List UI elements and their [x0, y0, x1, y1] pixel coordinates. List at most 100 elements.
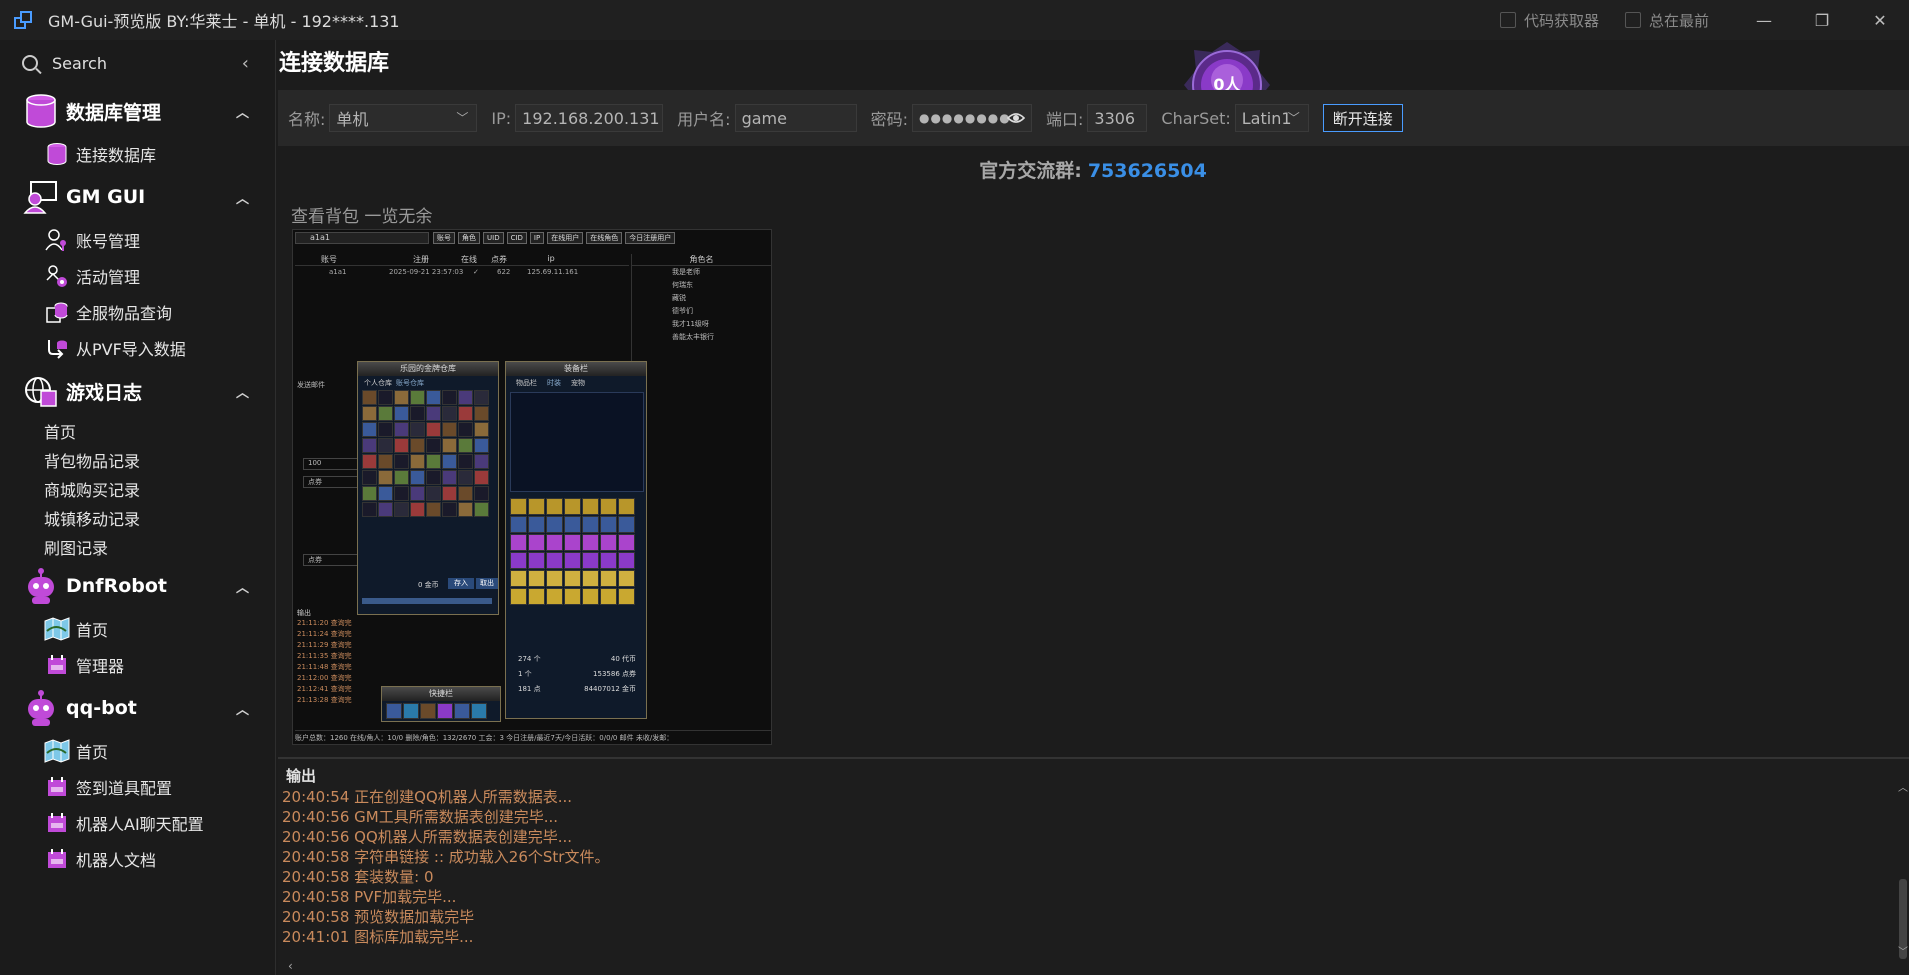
always-on-top-checkbox[interactable]: 总在最前	[1624, 10, 1709, 31]
log-line: 20:40:56 QQ机器人所需数据表创建完毕...	[282, 828, 573, 846]
sidebar-item-server-items[interactable]: 全服物品查询	[0, 294, 275, 330]
calendar-icon	[44, 774, 70, 800]
sidebar-item-robot-docs[interactable]: 机器人文档	[0, 841, 275, 877]
disconnect-button[interactable]: 断开连接	[1322, 104, 1403, 132]
item-slot	[564, 516, 581, 533]
import-icon	[44, 335, 70, 361]
calendar-icon	[44, 846, 70, 872]
item-slot	[546, 552, 563, 569]
item-slot	[442, 422, 457, 437]
item-slot	[582, 516, 599, 533]
preview-log-line: 21:11:20 查询完	[297, 619, 352, 627]
item-slot	[458, 502, 473, 517]
main-content: 连接数据库 0人 名称: 单机 ﹀ IP: 192.168.200.131 用户名…	[277, 40, 1909, 975]
sidebar-item-bag-log[interactable]: 背包物品记录	[0, 445, 275, 474]
item-slot	[564, 588, 581, 605]
eye-icon[interactable]	[1006, 111, 1026, 128]
sidebar-item-connect-db[interactable]: 连接数据库	[0, 136, 275, 172]
item-slot	[618, 498, 635, 515]
sidebar-search[interactable]: Search ‹	[0, 40, 275, 86]
sidebar-item-qqbot-home[interactable]: 首页	[0, 733, 275, 769]
port-input[interactable]: 3306	[1087, 104, 1148, 132]
item-slot	[474, 406, 489, 421]
minimize-button[interactable]: —	[1735, 0, 1793, 40]
item-slot	[362, 406, 377, 421]
sidebar-item-signin-config[interactable]: 签到道具配置	[0, 769, 275, 805]
qq-group-number[interactable]: 753626504	[1088, 160, 1207, 182]
profile-name-select[interactable]: 单机 ﹀	[329, 104, 478, 132]
page-title: 连接数据库	[279, 51, 390, 76]
item-slot	[386, 703, 402, 719]
sidebar-group-dnfrobot[interactable]: DnfRobot ︿	[0, 561, 275, 611]
item-slot	[582, 534, 599, 551]
item-slot	[458, 390, 473, 405]
sidebar-item-account-mgmt[interactable]: 账号管理	[0, 222, 275, 258]
item-slot	[618, 552, 635, 569]
close-button[interactable]: ✕	[1851, 0, 1909, 40]
item-slot	[458, 470, 473, 485]
item-slot	[426, 438, 441, 453]
collapse-sidebar-icon[interactable]: ‹	[242, 53, 249, 74]
preview-button: IP	[529, 232, 545, 244]
scroll-left-icon[interactable]: ‹	[288, 959, 293, 973]
item-slot	[426, 390, 441, 405]
maximize-button[interactable]: ❐	[1793, 0, 1851, 40]
item-slot	[394, 422, 409, 437]
item-slot	[474, 486, 489, 501]
item-slot	[410, 502, 425, 517]
window-title: GM-Gui-预览版 BY:华莱士 - 单机 - 192****.131	[48, 12, 400, 31]
username-input[interactable]: game	[734, 104, 857, 132]
sidebar-item-import-pvf[interactable]: 从PVF导入数据	[0, 330, 275, 366]
item-slot	[426, 406, 441, 421]
item-slot	[378, 422, 393, 437]
item-slot	[394, 406, 409, 421]
password-input[interactable]: ●●●●●●●●	[911, 104, 1032, 132]
sidebar-group-database[interactable]: 数据库管理 ︿	[0, 86, 275, 136]
search-icon	[22, 55, 38, 71]
item-slot	[546, 534, 563, 551]
sidebar-group-game-log[interactable]: 游戏日志 ︿	[0, 366, 275, 416]
output-scrollbar[interactable]: ︿ ﹀	[1897, 779, 1909, 959]
sidebar-item-log-home[interactable]: 首页	[0, 416, 275, 445]
item-slot	[378, 502, 393, 517]
ip-input[interactable]: 192.168.200.131	[515, 104, 664, 132]
output-panel: 输出 20:40:54 正在创建QQ机器人所需数据表... 20:40:56 G…	[278, 757, 1909, 975]
item-slot	[442, 486, 457, 501]
log-line: 20:40:54 正在创建QQ机器人所需数据表...	[282, 788, 573, 806]
item-slot	[600, 552, 617, 569]
item-slot	[442, 406, 457, 421]
item-slot	[528, 552, 545, 569]
sidebar-group-gm-gui[interactable]: GM GUI ︿	[0, 172, 275, 222]
sidebar-item-ai-chat-config[interactable]: 机器人AI聊天配置	[0, 805, 275, 841]
chevron-down-icon: ﹀	[456, 111, 469, 125]
item-slot	[471, 703, 487, 719]
charset-select[interactable]: Latin1 ﹀	[1234, 104, 1309, 132]
sidebar-item-dnfrobot-home[interactable]: 首页	[0, 611, 275, 647]
code-getter-checkbox[interactable]: 代码获取器	[1499, 10, 1599, 31]
item-slot	[394, 470, 409, 485]
item-slot	[546, 516, 563, 533]
sidebar-item-mall-log[interactable]: 商城购买记录	[0, 474, 275, 503]
log-line: 20:40:58 套装数量: 0	[282, 868, 434, 886]
item-slot	[426, 486, 441, 501]
item-slot	[582, 570, 599, 587]
sidebar-item-dungeon-log[interactable]: 刷图记录	[0, 532, 275, 561]
item-slot	[426, 470, 441, 485]
scroll-down-icon[interactable]: ﹀	[1898, 943, 1908, 958]
preview-role: 我才11级呀	[672, 320, 709, 328]
sidebar-group-qq-bot[interactable]: qq-bot ︿	[0, 683, 275, 733]
sidebar-item-town-log[interactable]: 城镇移动记录	[0, 503, 275, 532]
item-slot	[362, 438, 377, 453]
item-slot	[378, 390, 393, 405]
sidebar-item-dnfrobot-manager[interactable]: 管理器	[0, 647, 275, 683]
user-key-icon	[44, 227, 70, 253]
sidebar-item-activity-mgmt[interactable]: 活动管理	[0, 258, 275, 294]
scroll-up-icon[interactable]: ︿	[1898, 779, 1908, 794]
item-slot	[442, 438, 457, 453]
preview-button: 角色	[458, 232, 480, 244]
item-slot	[458, 486, 473, 501]
item-slot	[510, 570, 527, 587]
item-slot	[378, 406, 393, 421]
item-slot	[510, 498, 527, 515]
preview-image: a1a1 账号 角色 UID CID IP 在线用户 在线角色 今日注册用户 账号 注册 在线…	[292, 229, 772, 745]
